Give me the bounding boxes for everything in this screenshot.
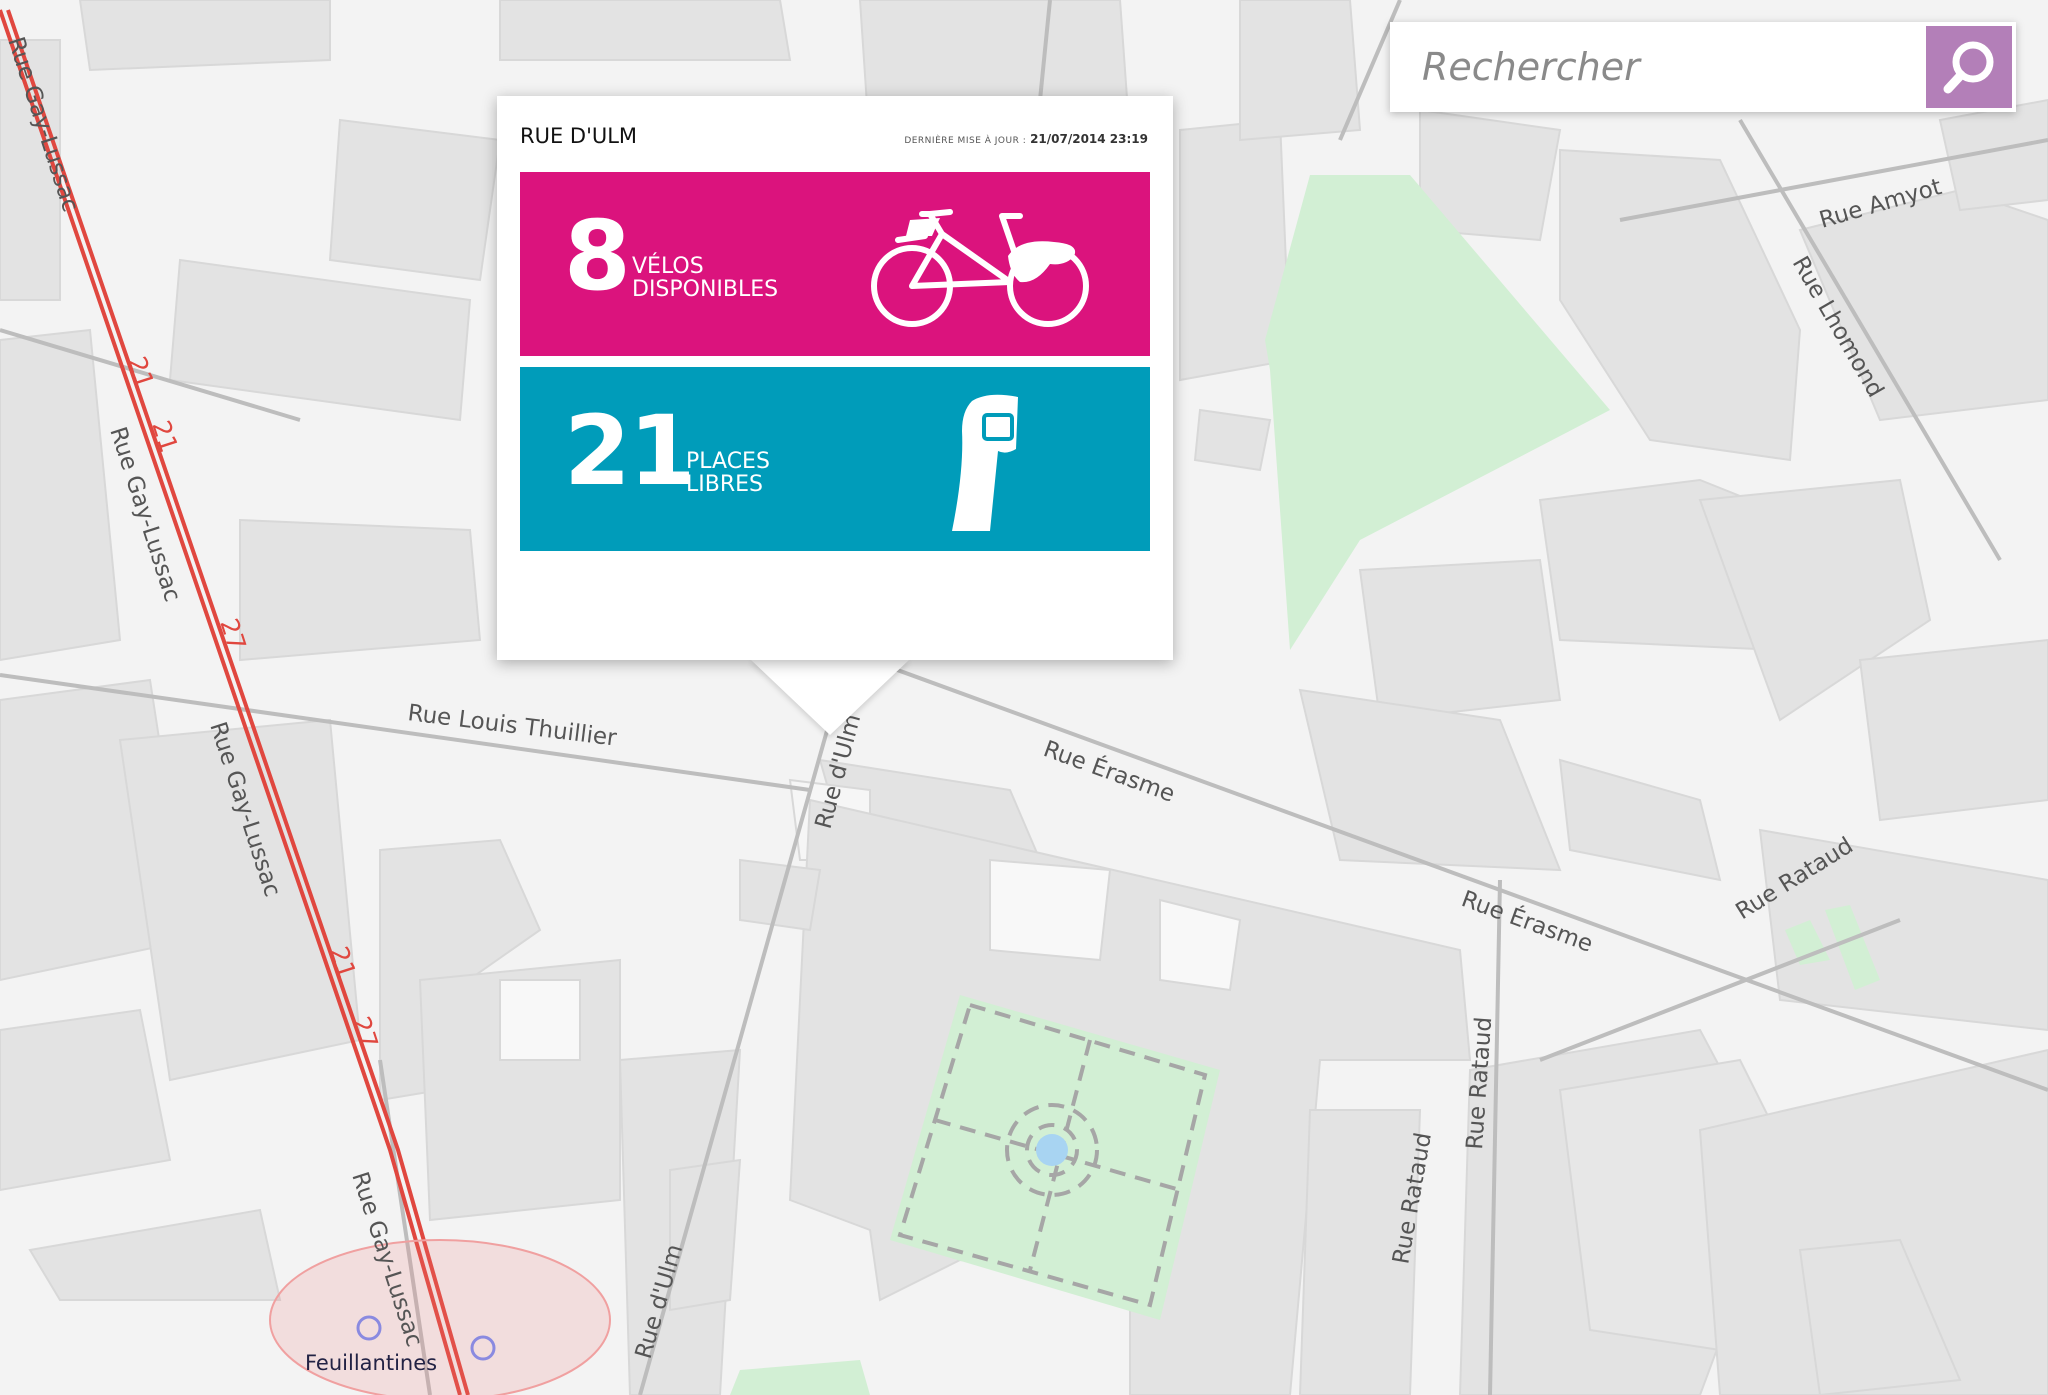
- last-update: DERNIÈRE MISE À JOUR : 21/07/2014 23:19: [904, 132, 1148, 146]
- available-bikes-card: 8 VÉLOS DISPONIBLES: [520, 172, 1150, 356]
- free-docks-count: 21: [564, 395, 696, 507]
- station-popup: RUE D'ULM DERNIÈRE MISE À JOUR : 21/07/2…: [497, 96, 1173, 660]
- available-bikes-label: VÉLOS DISPONIBLES: [632, 255, 778, 301]
- fountain: [1036, 1134, 1068, 1166]
- bike-icon: [871, 209, 1089, 327]
- free-docks-label-line2: LIBRES: [686, 472, 763, 497]
- bus-stop-label: Feuillantines: [305, 1351, 437, 1375]
- available-bikes-label-line1: VÉLOS: [632, 254, 704, 279]
- search-button[interactable]: [1926, 26, 2012, 108]
- popup-pointer: [750, 659, 910, 735]
- search-box: [1390, 22, 2016, 112]
- search-input[interactable]: [1390, 22, 1922, 112]
- free-docks-card: 21 PLACES LIBRES: [520, 367, 1150, 551]
- last-update-label: DERNIÈRE MISE À JOUR :: [904, 136, 1027, 146]
- free-docks-label: PLACES LIBRES: [686, 450, 770, 496]
- available-bikes-label-line2: DISPONIBLES: [632, 277, 779, 302]
- station-name: RUE D'ULM: [520, 124, 638, 148]
- available-bikes-count: 8: [564, 200, 631, 312]
- popup-header: RUE D'ULM DERNIÈRE MISE À JOUR : 21/07/2…: [520, 124, 1150, 158]
- docking-post-icon: [952, 394, 1018, 531]
- free-docks-label-line1: PLACES: [686, 449, 770, 474]
- search-icon: [1943, 41, 1994, 94]
- last-update-value: 21/07/2014 23:19: [1030, 132, 1148, 146]
